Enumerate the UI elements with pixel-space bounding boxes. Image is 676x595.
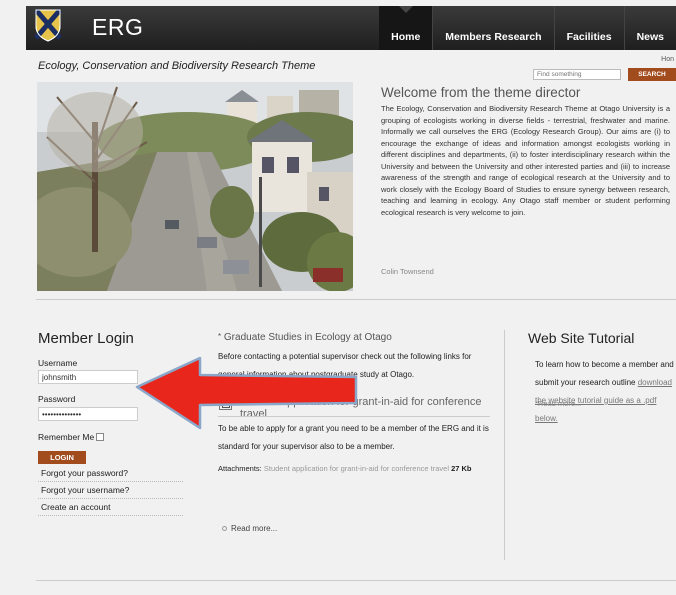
star-marker: *: [218, 332, 222, 341]
graduate-studies-heading[interactable]: * Graduate Studies in Ecology at Otago: [218, 332, 392, 343]
nav-members-research[interactable]: Members Research: [432, 6, 553, 50]
forgot-password-link[interactable]: Forgot your password?: [38, 465, 183, 482]
create-account-link[interactable]: Create an account: [38, 499, 183, 516]
column-divider: [504, 330, 505, 560]
university-crest-logo: [34, 8, 62, 42]
username-field[interactable]: [38, 370, 138, 384]
username-label: Username: [38, 358, 78, 368]
attachment-link[interactable]: Student application for grant-in-aid for…: [264, 464, 449, 473]
street-photo: [37, 82, 353, 291]
nav-home[interactable]: Home: [379, 6, 433, 50]
truncated-nav-link[interactable]: Hon: [661, 56, 674, 63]
remember-me-label: Remember Me: [38, 432, 95, 442]
login-links: Forgot your password? Forgot your userna…: [38, 465, 183, 516]
attachments: Attachments: Student application for gra…: [218, 462, 493, 475]
remember-me: Remember Me: [38, 432, 105, 442]
search-button[interactable]: SEARCH: [628, 68, 676, 81]
top-navigation-bar: ERG Home Members Research Facilities New…: [26, 6, 676, 50]
read-more-bullet-icon: [222, 526, 227, 532]
welcome-text: The Ecology, Conservation and Biodiversi…: [381, 104, 670, 217]
section-divider: [36, 299, 676, 300]
remember-me-checkbox[interactable]: [96, 433, 105, 441]
theme-title: Ecology, Conservation and Biodiversity R…: [38, 60, 316, 72]
attachments-label: Attachments:: [218, 464, 262, 473]
nav-facilities[interactable]: Facilities: [553, 6, 624, 50]
welcome-signature: Colin Townsend: [381, 267, 434, 276]
search-input[interactable]: [533, 69, 621, 80]
welcome-title: Welcome from the theme director: [381, 85, 581, 100]
password-field[interactable]: [38, 407, 138, 421]
login-button[interactable]: LOGIN: [38, 451, 86, 464]
site-brand[interactable]: ERG: [92, 14, 143, 41]
footer-divider: [36, 580, 676, 581]
forgot-username-link[interactable]: Forgot your username?: [38, 482, 183, 499]
tutorial-title: Web Site Tutorial: [528, 330, 635, 346]
read-more-link[interactable]: Read more...: [222, 524, 277, 533]
graduate-studies-title[interactable]: Graduate Studies in Ecology at Otago: [224, 332, 392, 343]
nav-news[interactable]: News: [623, 6, 676, 50]
password-label: Password: [38, 394, 76, 404]
red-arrow-annotation: [135, 356, 358, 430]
tutorial-text: To learn how to become a member and subm…: [535, 356, 676, 428]
tutorial-read-more[interactable]: *Read more...: [535, 399, 581, 408]
main-nav: Home Members Research Facilities News: [379, 6, 676, 50]
login-title: Member Login: [38, 330, 134, 347]
read-more-label[interactable]: Read more...: [231, 524, 277, 533]
attachment-size: 27 Kb: [451, 464, 472, 473]
